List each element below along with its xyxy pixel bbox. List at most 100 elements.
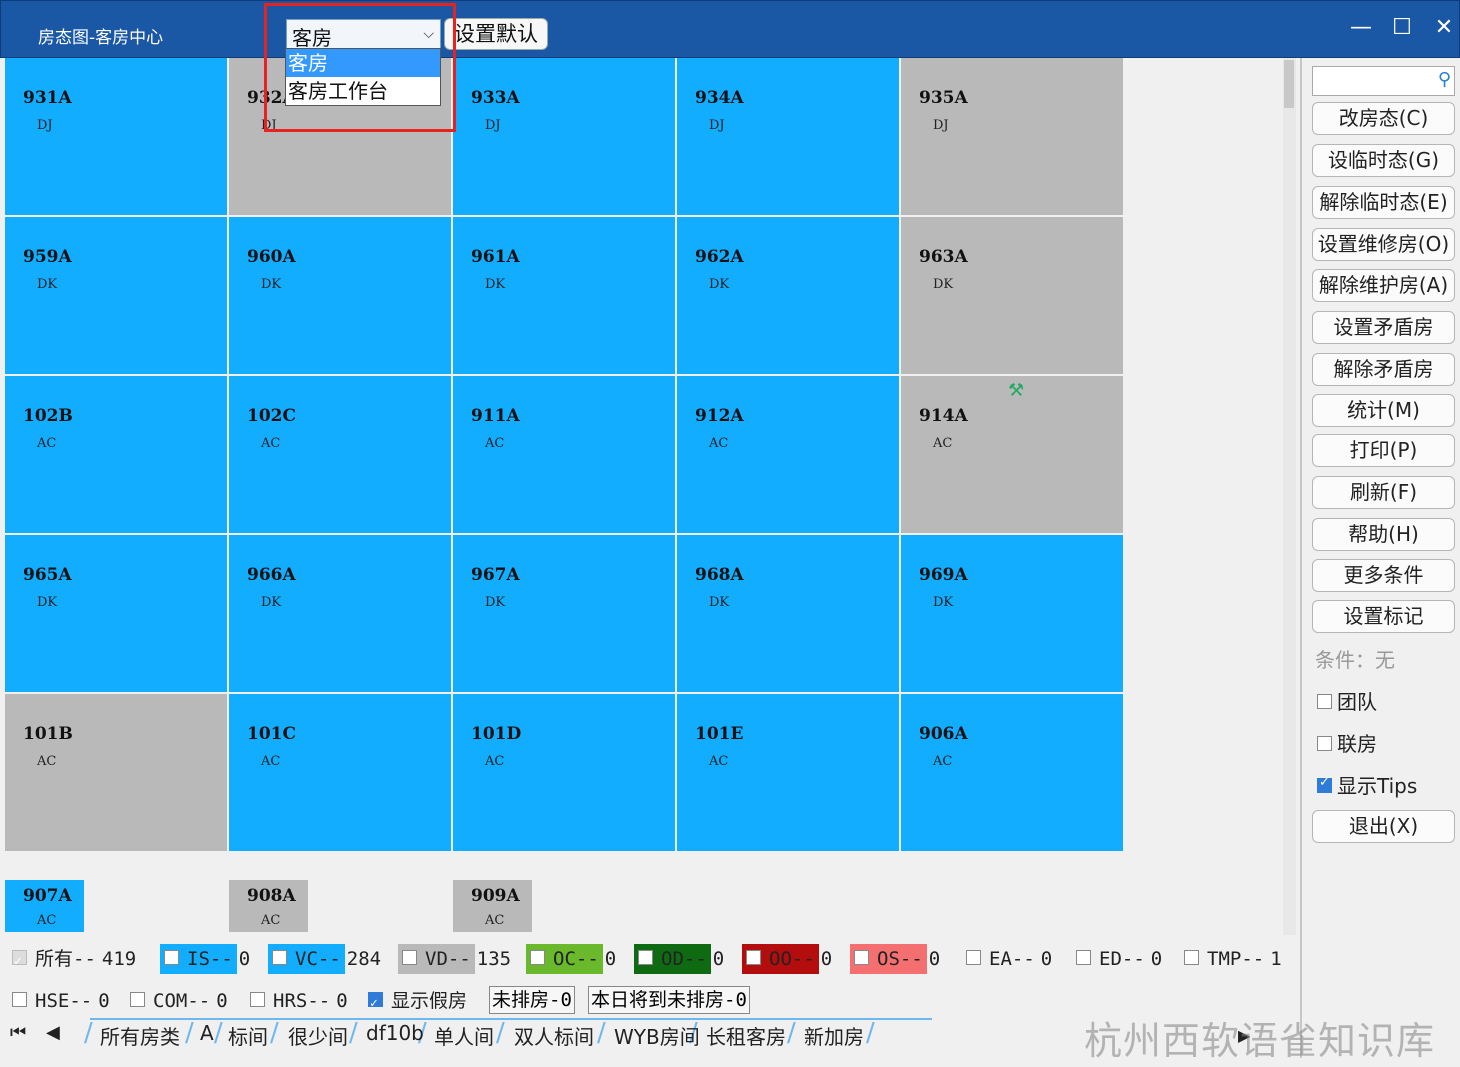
legend-item[interactable]: VD-- 135 [398, 944, 511, 974]
checkbox-icon[interactable] [638, 950, 653, 965]
checkbox-icon[interactable] [250, 992, 265, 1007]
side-action-button[interactable]: 设置标记 [1312, 600, 1455, 633]
side-action-button[interactable]: 设置矛盾房 [1312, 311, 1455, 344]
side-action-button[interactable]: 解除临时态(E) [1312, 186, 1455, 219]
room-tile[interactable]: 909A AC [453, 880, 532, 932]
checkbox-icon[interactable] [1317, 775, 1332, 793]
checkbox-icon[interactable] [368, 989, 383, 1019]
room-tile[interactable]: 907A AC [5, 880, 84, 932]
checkbox-icon[interactable] [1076, 950, 1091, 965]
room-tile[interactable]: 101B AC [5, 694, 227, 851]
search-icon[interactable]: ⚲ [1438, 69, 1451, 90]
room-tile[interactable]: 931A DJ [5, 58, 227, 215]
scrollbar-thumb[interactable] [1284, 60, 1294, 108]
room-tile[interactable]: 935A DJ [901, 58, 1123, 215]
room-type-tab[interactable]: 单人间 [434, 1021, 494, 1050]
exit-button[interactable]: 退出(X) [1312, 810, 1455, 843]
room-tile[interactable]: 101C AC [229, 694, 451, 851]
room-tile[interactable]: 961A DK [453, 217, 675, 374]
legend-item[interactable]: IS-- 0 [160, 944, 250, 974]
legend-item[interactable]: HRS-- 0 [246, 986, 348, 1016]
side-action-button[interactable]: 解除维护房(A) [1312, 269, 1455, 302]
room-tile[interactable]: 967A DK [453, 535, 675, 692]
room-type-tab[interactable]: A [200, 1021, 214, 1045]
checkbox-icon[interactable] [130, 992, 145, 1007]
prev-page-icon[interactable]: ◀ [46, 1022, 60, 1043]
legend-item[interactable]: OC-- 0 [526, 944, 616, 974]
room-tile[interactable]: 934A DJ [677, 58, 899, 215]
side-checkbox[interactable]: 显示Tips [1317, 770, 1417, 799]
checkbox-icon[interactable] [402, 950, 417, 965]
checkbox-icon[interactable] [164, 950, 179, 965]
legend-item[interactable]: 所有--419 [8, 944, 136, 977]
legend-item[interactable]: OD-- 0 [634, 944, 724, 974]
room-type-tab[interactable]: WYB房间 [614, 1021, 700, 1050]
room-tile[interactable]: 102B AC [5, 376, 227, 533]
side-action-button[interactable]: 刷新(F) [1312, 476, 1455, 509]
side-action-button[interactable]: 解除矛盾房 [1312, 353, 1455, 386]
side-checkbox[interactable]: 团队 [1317, 686, 1377, 715]
legend-item[interactable]: OS-- 0 [850, 944, 940, 974]
room-tile[interactable]: 962A DK [677, 217, 899, 374]
checkbox-icon[interactable] [854, 950, 869, 965]
room-tile[interactable]: 101E AC [677, 694, 899, 851]
checkbox-icon[interactable] [1317, 736, 1332, 751]
room-type-tab[interactable]: 很少间 [288, 1021, 348, 1050]
side-action-button[interactable]: 统计(M) [1312, 394, 1455, 427]
legend-item[interactable]: EA-- 0 [962, 944, 1052, 974]
legend-item[interactable]: ED-- 0 [1072, 944, 1162, 974]
checkbox-icon[interactable] [530, 950, 545, 965]
room-tile[interactable]: 102C AC [229, 376, 451, 533]
room-type-tab[interactable]: 新加房 [804, 1021, 864, 1050]
side-action-button[interactable]: 帮助(H) [1312, 518, 1455, 551]
room-tile[interactable]: 966A DK [229, 535, 451, 692]
room-tile[interactable]: 959A DK [5, 217, 227, 374]
checkbox-icon[interactable] [1317, 694, 1332, 709]
side-action-button[interactable]: 打印(P) [1312, 434, 1455, 467]
minimize-icon[interactable]: — [1346, 15, 1376, 40]
vertical-scrollbar[interactable] [1283, 58, 1296, 935]
room-tile[interactable]: 963A DK [901, 217, 1123, 374]
legend-item[interactable]: HSE-- 0 [8, 986, 110, 1016]
room-type-tab[interactable]: df10b [366, 1021, 424, 1045]
side-action-button[interactable]: 设临时态(G) [1312, 144, 1455, 177]
room-tile[interactable]: 911A AC [453, 376, 675, 533]
room-type-tab[interactable]: 标间 [228, 1021, 268, 1050]
room-type-tab[interactable]: 所有房类 [100, 1021, 180, 1050]
room-tile[interactable]: 965A DK [5, 535, 227, 692]
checkbox-icon[interactable] [12, 992, 27, 1007]
room-type-tab[interactable]: 长租客房 [706, 1021, 786, 1050]
room-tile[interactable]: 908A AC [229, 880, 308, 932]
search-input[interactable]: ⚲ [1312, 66, 1455, 96]
room-tile[interactable]: 933A DJ [453, 58, 675, 215]
side-action-button[interactable]: 改房态(C) [1312, 102, 1455, 135]
checkbox-icon[interactable] [966, 950, 981, 965]
checkbox-icon[interactable] [272, 950, 287, 965]
room-type-tab[interactable]: 双人标间 [514, 1021, 594, 1050]
room-tile[interactable]: 101D AC [453, 694, 675, 851]
legend-item[interactable]: OO-- 0 [742, 944, 832, 974]
maximize-icon[interactable]: ☐ [1387, 15, 1417, 40]
room-tile[interactable]: 968A DK [677, 535, 899, 692]
room-tile[interactable]: 960A DK [229, 217, 451, 374]
legend-label: ED-- [1099, 948, 1145, 970]
checkbox-icon[interactable] [1184, 950, 1199, 965]
checkbox-icon[interactable] [12, 947, 27, 977]
set-default-button[interactable]: 设置默认 [444, 18, 548, 50]
first-page-icon[interactable]: ⏮ [10, 1022, 26, 1043]
side-checkbox[interactable]: 联房 [1317, 728, 1377, 757]
room-tile[interactable]: 906A AC [901, 694, 1123, 851]
room-tile[interactable]: 969A DK [901, 535, 1123, 692]
show-fake-rooms-checkbox[interactable]: 显示假房 [364, 986, 471, 1019]
side-action-button[interactable]: 设置维修房(O) [1312, 228, 1455, 261]
side-action-button[interactable]: 更多条件 [1312, 559, 1455, 592]
legend-item[interactable]: COM-- 0 [126, 986, 228, 1016]
checkbox-icon[interactable] [746, 950, 761, 965]
legend-item[interactable]: TMP-- 1 [1180, 944, 1282, 974]
legend-item[interactable]: VC-- 284 [268, 944, 381, 974]
tab-separator: / [270, 1018, 279, 1048]
close-icon[interactable]: ✕ [1429, 15, 1459, 40]
today-unassigned-button[interactable]: 本日将到未排房-0 [588, 986, 750, 1014]
unassigned-button[interactable]: 未排房-0 [489, 986, 575, 1014]
room-tile[interactable]: 912A AC [677, 376, 899, 533]
